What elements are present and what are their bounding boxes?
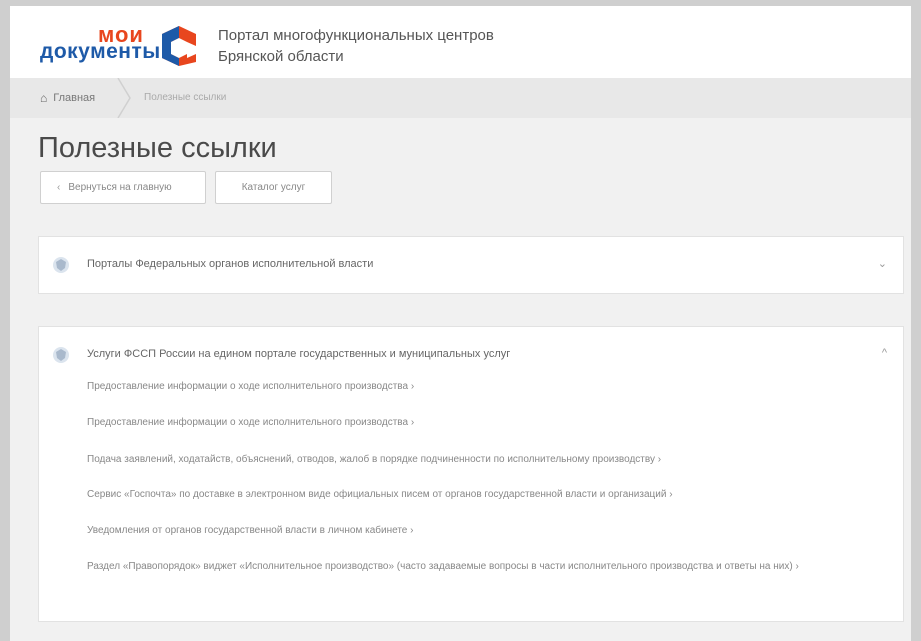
service-link[interactable]: Раздел «Правопорядок» виджет «Исполнител…	[87, 560, 897, 574]
breadcrumb-current: Полезные ссылки	[144, 92, 227, 103]
service-link[interactable]: Уведомления от органов государственной в…	[87, 524, 897, 538]
portal-title: Портал многофункциональных центров Брянс…	[218, 25, 494, 67]
back-arrow-icon: ‹	[57, 182, 61, 193]
breadcrumb-home[interactable]: ⌂ Главная	[40, 91, 95, 105]
breadcrumb: ⌂ Главная Полезные ссылки	[10, 78, 911, 118]
logo-text-bottom: документы	[40, 40, 161, 63]
page-title: Полезные ссылки	[38, 132, 277, 164]
section-federal-portals[interactable]: Порталы Федеральных органов исполнительн…	[38, 236, 904, 294]
catalog-button-label: Каталог услуг	[241, 182, 306, 193]
chevron-up-icon[interactable]: ^	[882, 347, 887, 359]
section-title: Порталы Федеральных органов исполнительн…	[87, 258, 374, 270]
service-link[interactable]: Предоставление информации о ходе исполни…	[87, 380, 897, 394]
logo-mark-icon	[162, 26, 196, 66]
site-logo[interactable]: мои документы	[40, 16, 200, 66]
back-to-home-button[interactable]: ‹ Вернуться на главную	[40, 171, 206, 204]
service-link[interactable]: Предоставление информации о ходе исполни…	[87, 416, 897, 430]
breadcrumb-home-label: Главная	[53, 92, 96, 104]
emblem-icon	[53, 257, 69, 273]
section-fssp-services: Услуги ФССП России на едином портале гос…	[38, 326, 904, 622]
breadcrumb-separator-icon	[117, 78, 131, 118]
catalog-button[interactable]: Каталог услуг	[215, 171, 332, 204]
home-icon: ⌂	[40, 91, 48, 105]
portal-title-line1: Портал многофункциональных центров	[218, 27, 494, 44]
section-title[interactable]: Услуги ФССП России на едином портале гос…	[87, 348, 510, 360]
site-header: мои документы Портал многофункциональных…	[10, 6, 911, 78]
portal-title-line2: Брянской области	[218, 48, 344, 65]
back-button-label: Вернуться на главную	[68, 182, 172, 193]
service-link[interactable]: Подача заявлений, ходатайств, объяснений…	[87, 453, 897, 467]
chevron-down-icon[interactable]: ⌄	[878, 257, 887, 270]
service-link[interactable]: Сервис «Госпочта» по доставке в электрон…	[87, 488, 897, 502]
emblem-icon	[53, 347, 69, 363]
